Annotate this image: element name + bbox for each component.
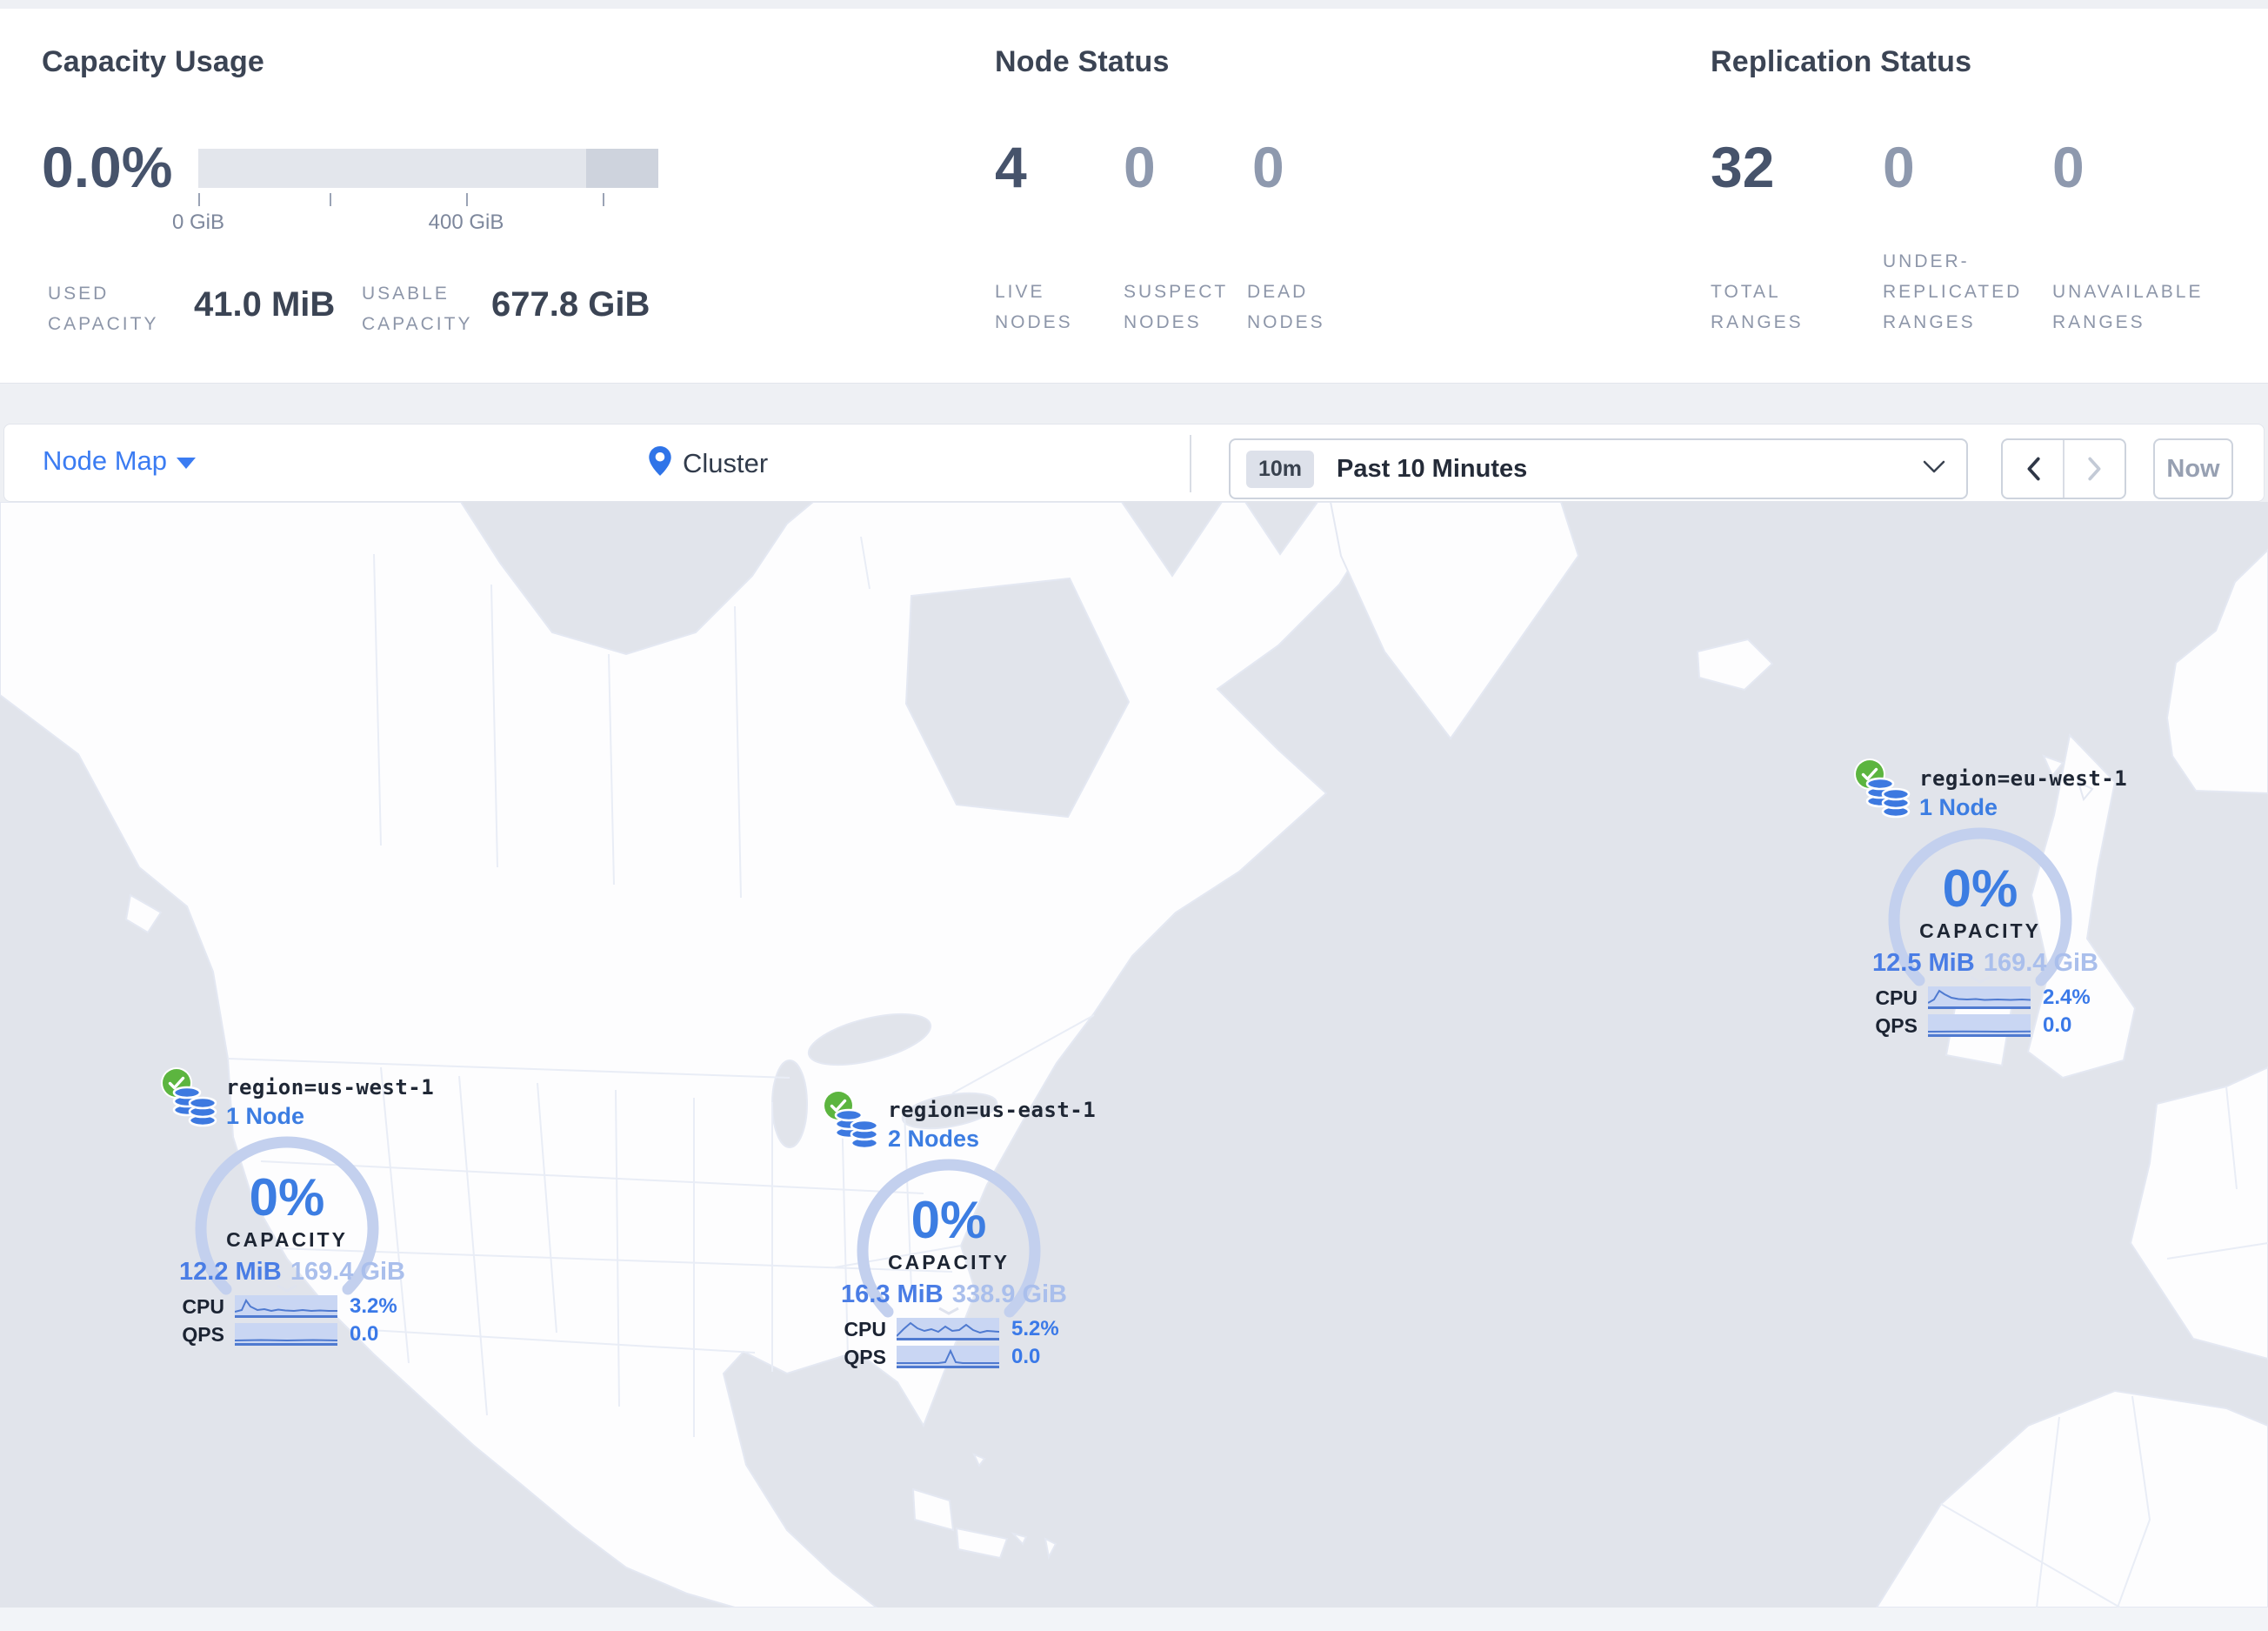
time-window-badge: 10m xyxy=(1246,450,1315,488)
axis-tick xyxy=(466,193,468,206)
previous-time-window-button[interactable] xyxy=(2003,440,2065,498)
dead-nodes-label: DEAD NODES xyxy=(1247,282,1325,332)
live-nodes-count: 4 xyxy=(995,135,1027,199)
axis-tick-label: 0 GiB xyxy=(171,211,225,234)
capacity-percent: 0% xyxy=(1942,859,2018,918)
qps-sparkline xyxy=(235,1323,337,1346)
chevron-down-icon xyxy=(1923,460,1945,478)
total-ranges-count: 32 xyxy=(1711,135,1775,199)
under-replicated-ranges-label: UNDER-REPLICATED RANGES xyxy=(1883,251,2023,332)
qps-label: QPS xyxy=(844,1345,886,1368)
under-replicated-ranges-count: 0 xyxy=(1883,135,1915,199)
region-marker-us-east-1[interactable]: region=us-east-1 2 Nodes 0% CAPACITY 16.… xyxy=(823,1089,1096,1381)
node-status-title: Node Status xyxy=(995,45,1170,78)
region-node-count[interactable]: 2 Nodes xyxy=(888,1126,979,1153)
capacity-usage-title: Capacity Usage xyxy=(42,45,265,78)
toolbar-divider xyxy=(1190,435,1191,492)
axis-tick xyxy=(198,193,200,206)
view-selector-dropdown[interactable]: Node Map xyxy=(43,445,167,477)
qps-label: QPS xyxy=(1875,1013,1918,1037)
capacity-percent: 0% xyxy=(249,1168,325,1227)
axis-tick-label: 400 GiB xyxy=(428,211,504,234)
chevron-down-icon xyxy=(177,458,196,469)
cockroachdb-cluster-overview: { "header": { "capacity": { "title": "Ca… xyxy=(0,0,2268,1631)
capacity-percent: 0% xyxy=(911,1191,987,1249)
world-map xyxy=(0,502,2268,1608)
usable-capacity-value: 677.8 GiB xyxy=(491,285,650,324)
cpu-value: 3.2% xyxy=(350,1294,397,1318)
qps-label: QPS xyxy=(182,1322,224,1346)
database-stack-icon xyxy=(1862,772,1916,830)
time-window-label: Past 10 Minutes xyxy=(1337,454,1528,483)
qps-value: 0.0 xyxy=(350,1322,379,1346)
qps-sparkline xyxy=(897,1346,999,1368)
capacity-bar xyxy=(198,149,658,188)
cpu-sparkline xyxy=(897,1318,999,1340)
dead-nodes-count: 0 xyxy=(1252,135,1284,199)
used-capacity-label: USED CAPACITY xyxy=(48,284,159,334)
axis-tick xyxy=(603,193,604,206)
database-stack-icon xyxy=(830,1103,884,1161)
region-marker-eu-west-1[interactable]: region=eu-west-1 1 Node 0% CAPACITY 12.5… xyxy=(1854,758,2127,1050)
axis-tick xyxy=(330,193,331,206)
cpu-sparkline xyxy=(235,1295,337,1318)
time-window-pager xyxy=(2001,438,2126,499)
replication-status-title: Replication Status xyxy=(1711,45,1972,78)
unavailable-ranges-count: 0 xyxy=(2052,135,2085,199)
now-button[interactable]: Now xyxy=(2153,438,2233,499)
next-time-window-button[interactable] xyxy=(2065,440,2125,498)
region-name: region=us-west-1 xyxy=(226,1075,435,1100)
breadcrumb[interactable]: Cluster xyxy=(683,448,768,479)
cpu-label: CPU xyxy=(182,1294,224,1318)
cluster-summary-bar: Capacity Usage Node Status Replication S… xyxy=(0,9,2268,384)
capacity-used-percent: 0.0% xyxy=(42,135,173,199)
capacity-label: CAPACITY xyxy=(1919,919,2041,942)
node-map[interactable]: region=us-west-1 1 Node 0% CAPACITY 12.2… xyxy=(0,502,2268,1631)
qps-value: 0.0 xyxy=(1011,1345,1041,1368)
qps-sparkline xyxy=(1928,1014,2031,1037)
chevron-right-icon xyxy=(2087,457,2100,481)
database-stack-icon xyxy=(169,1080,223,1139)
cpu-value: 2.4% xyxy=(2043,986,2091,1009)
region-marker-us-west-1[interactable]: region=us-west-1 1 Node 0% CAPACITY 12.2… xyxy=(161,1066,434,1359)
suspect-nodes-label: SUSPECT NODES xyxy=(1124,282,1228,332)
capacity-bar-reserved-segment xyxy=(586,149,658,188)
chevron-left-icon xyxy=(2027,457,2040,481)
time-window-select[interactable]: 10m Past 10 Minutes xyxy=(1229,438,1968,499)
region-node-count[interactable]: 1 Node xyxy=(1919,794,1998,821)
live-nodes-label: LIVE NODES xyxy=(995,282,1073,332)
map-footer-strip xyxy=(0,1608,2268,1631)
cpu-label: CPU xyxy=(844,1317,886,1340)
qps-value: 0.0 xyxy=(2043,1013,2072,1037)
suspect-nodes-count: 0 xyxy=(1124,135,1156,199)
capacity-label: CAPACITY xyxy=(888,1251,1010,1273)
region-name: region=eu-west-1 xyxy=(1919,766,2128,791)
capacity-label: CAPACITY xyxy=(226,1228,348,1251)
region-name: region=us-east-1 xyxy=(888,1098,1097,1122)
cpu-label: CPU xyxy=(1875,986,1918,1009)
map-toolbar: Node Map Cluster 10m Past 10 Minutes Now xyxy=(3,424,2265,502)
map-pin-icon xyxy=(648,445,672,481)
total-ranges-label: TOTAL RANGES xyxy=(1711,282,1804,332)
used-capacity-value: 41.0 MiB xyxy=(194,285,336,324)
cpu-value: 5.2% xyxy=(1011,1317,1059,1340)
region-node-count[interactable]: 1 Node xyxy=(226,1103,304,1130)
unavailable-ranges-label: UNAVAILABLE RANGES xyxy=(2052,282,2204,332)
cpu-sparkline xyxy=(1928,986,2031,1009)
